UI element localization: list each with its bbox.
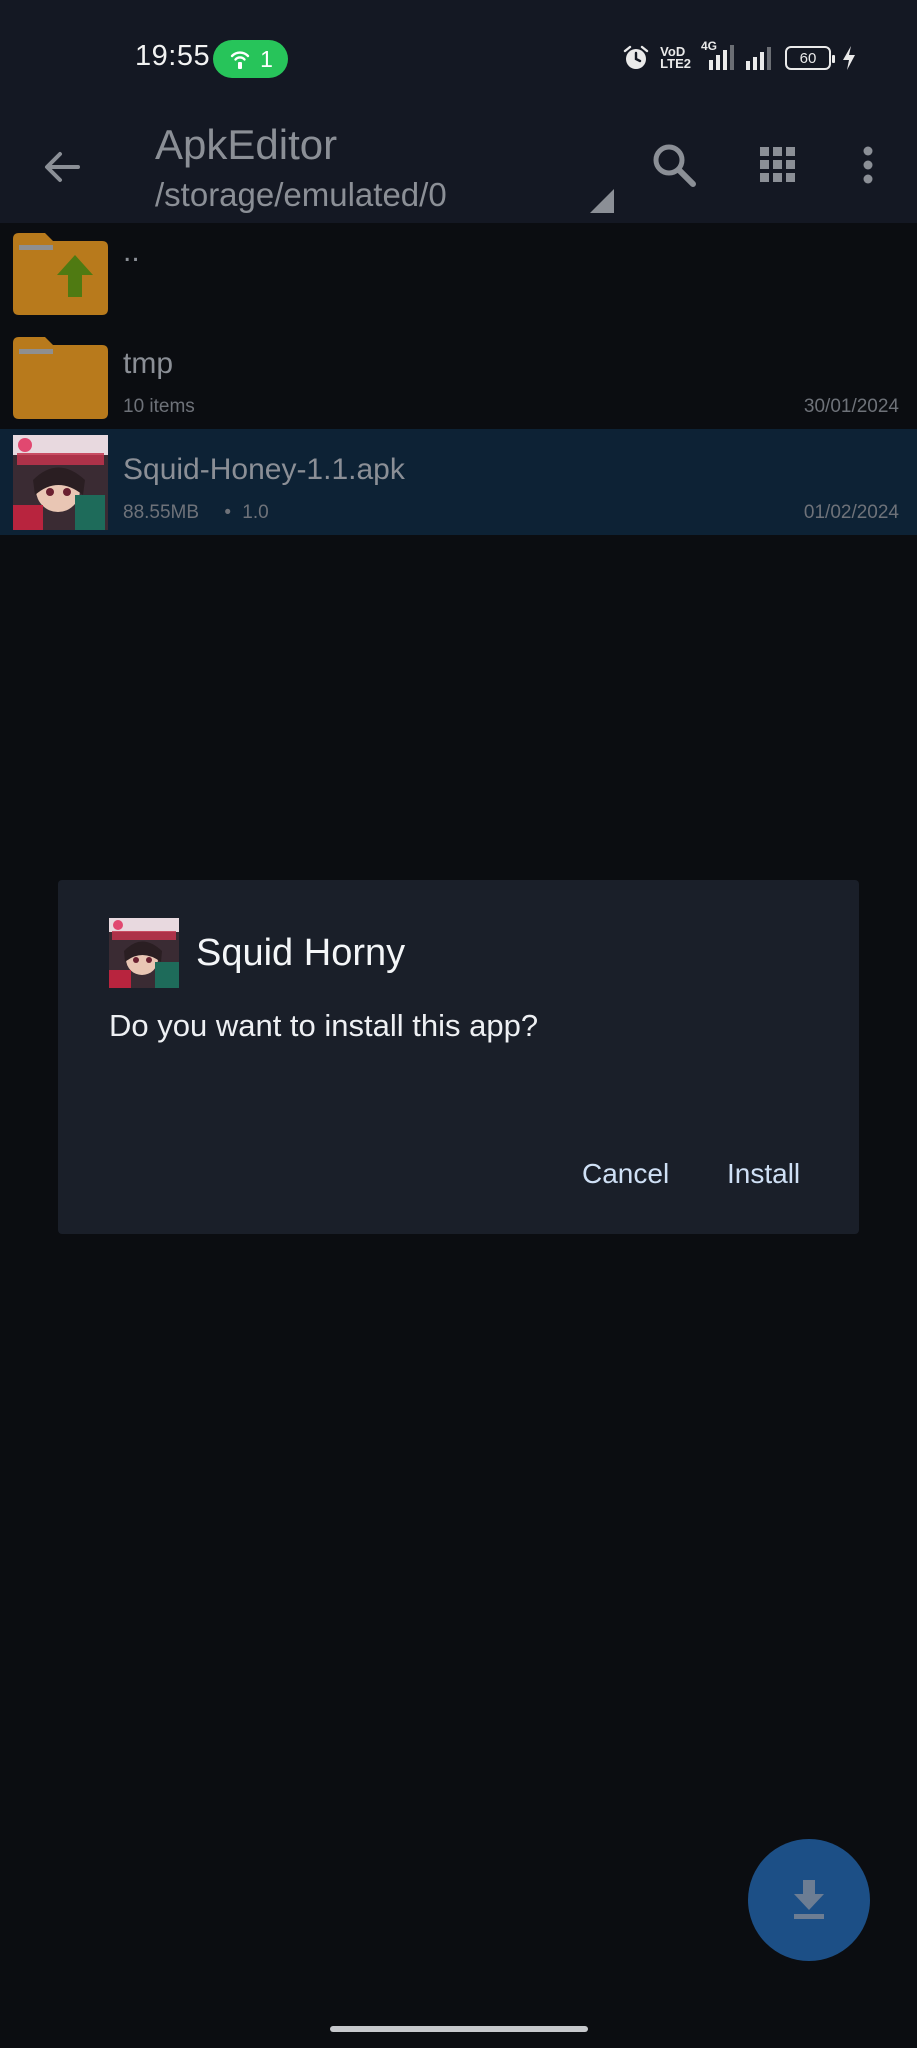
- item-count: 10 items: [123, 396, 195, 417]
- battery-level: 60: [799, 49, 817, 67]
- status-time: 19:55: [135, 40, 211, 72]
- file-date: 30/01/2024: [803, 396, 899, 417]
- download-fab[interactable]: [748, 1839, 870, 1961]
- install-dialog: Squid Horny Do you want to install this …: [58, 880, 859, 1234]
- back-arrow-icon[interactable]: [38, 143, 86, 191]
- grid-view-icon[interactable]: [752, 139, 804, 191]
- file-name: Squid-Honey-1.1.apk: [123, 453, 405, 486]
- file-size: 88.55MB: [123, 502, 200, 523]
- file-meta: 88.55MB • 1.0: [123, 502, 269, 524]
- file-row-tmp[interactable]: tmp 10 items 30/01/2024: [0, 323, 917, 429]
- signal-icon: [709, 45, 734, 70]
- gesture-nav-handle[interactable]: [330, 2026, 588, 2032]
- app-toolbar: ApkEditor /storage/emulated/0: [0, 115, 917, 223]
- hotspot-count: 1: [260, 45, 273, 72]
- meta-separator: •: [224, 502, 231, 523]
- hotspot-icon: [230, 51, 250, 69]
- dialog-title: Squid Horny: [196, 932, 406, 974]
- status-icons: VoD LTE2 4G 60: [622, 40, 857, 72]
- title-block: ApkEditor /storage/emulated/0: [155, 117, 447, 217]
- folder-icon: [13, 337, 108, 419]
- alarm-icon: [623, 45, 649, 69]
- signal-icon-sim2: [746, 47, 771, 70]
- app-artwork-icon: [109, 918, 179, 988]
- status-bar: 19:55 1 VoD LTE2 4G 60: [0, 0, 917, 115]
- apk-thumbnail: [13, 435, 108, 530]
- cancel-button[interactable]: Cancel: [570, 1150, 681, 1198]
- charging-icon: [843, 46, 855, 70]
- file-name: ..: [123, 235, 140, 268]
- battery-icon: 60: [785, 46, 835, 70]
- file-list: .. tmp 10 items 30/01/2024 Squid-Honey-1…: [0, 223, 917, 535]
- install-button[interactable]: Install: [715, 1150, 812, 1198]
- screen: 19:55 1 VoD LTE2 4G 60 ApkEditor /storag…: [0, 0, 917, 2048]
- dialog-message: Do you want to install this app?: [109, 1008, 539, 1043]
- search-icon[interactable]: [648, 139, 700, 191]
- download-icon: [794, 1880, 824, 1919]
- file-row-parent[interactable]: ..: [0, 223, 917, 323]
- dialog-app-icon: [109, 918, 179, 988]
- parent-folder-icon: [13, 233, 108, 315]
- current-path[interactable]: /storage/emulated/0: [155, 173, 447, 217]
- file-version: 1.0: [242, 502, 269, 523]
- app-title: ApkEditor: [155, 121, 338, 168]
- hotspot-pill[interactable]: 1: [213, 40, 288, 78]
- file-name: tmp: [123, 347, 174, 380]
- file-row-apk[interactable]: Squid-Honey-1.1.apk 88.55MB • 1.0 01/02/…: [0, 429, 917, 535]
- path-dropdown-icon[interactable]: [590, 189, 614, 213]
- volte-indicator: VoD LTE2: [660, 45, 691, 71]
- file-date: 01/02/2024: [803, 502, 899, 523]
- more-options-icon[interactable]: [842, 139, 894, 191]
- volte-text-bottom: LTE2: [660, 56, 691, 71]
- app-artwork-icon: [13, 435, 108, 530]
- signal-4g: 4G: [701, 40, 735, 72]
